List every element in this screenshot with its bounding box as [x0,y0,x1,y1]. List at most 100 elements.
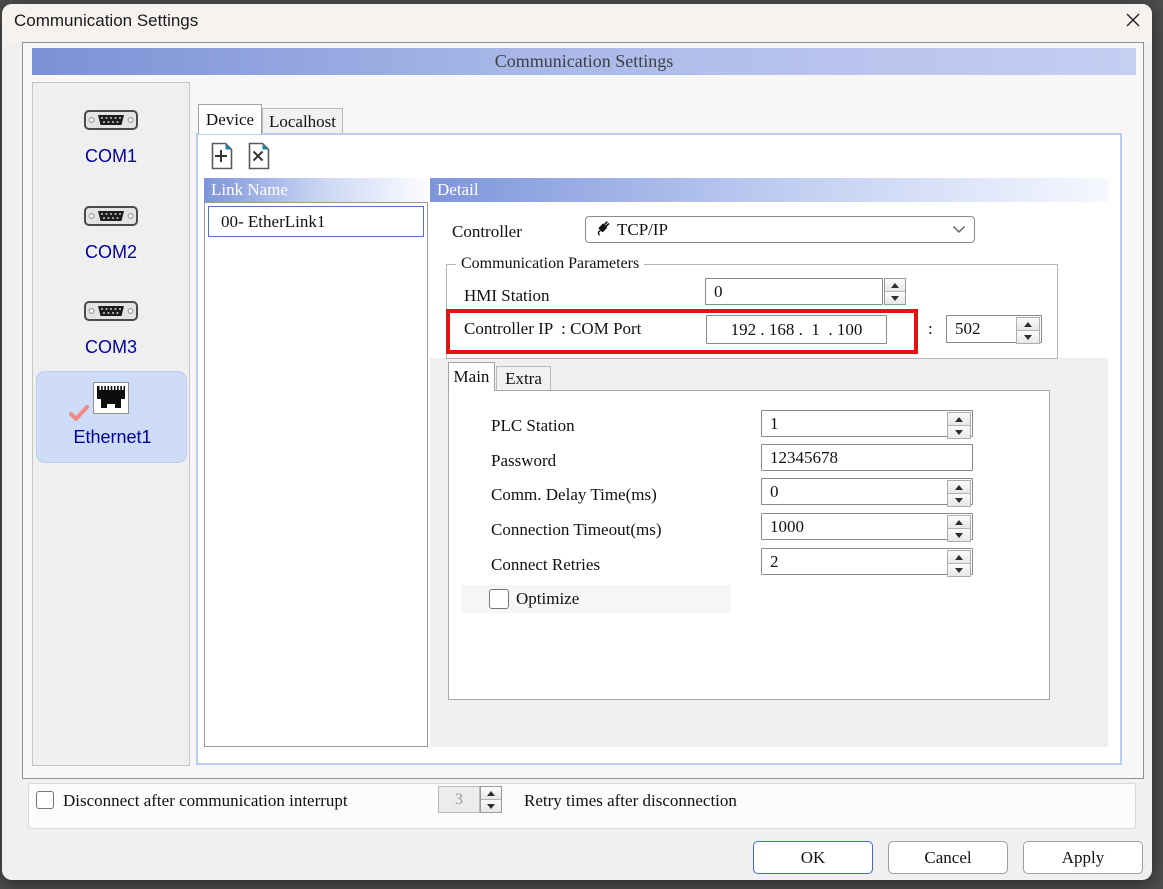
link-name-header: Link Name [204,178,428,202]
retry-times-value: 3 [455,791,463,809]
add-link-button[interactable] [208,142,236,174]
serial-port-icon [84,204,138,233]
optimize-checkbox[interactable] [489,589,509,609]
connection-timeout-value: 1000 [770,517,804,537]
optimize-label: Optimize [516,589,579,609]
comm-delay-field[interactable]: 0 [761,478,973,505]
password-value: 12345678 [770,448,838,468]
plug-icon [594,219,611,241]
window-title: Communication Settings [14,11,198,31]
connect-retries-spinner[interactable] [947,550,971,577]
apply-button-label: Apply [1062,848,1105,868]
tab-extra-label: Extra [505,369,542,389]
com-port-field[interactable]: 502 [946,315,1042,343]
ok-button[interactable]: OK [753,841,873,874]
hmi-station-spinner[interactable] [884,278,906,305]
tab-device[interactable]: Device [198,104,262,134]
detail-panel: Controller TCP/IP Communication Paramete… [430,202,1108,747]
controller-dropdown[interactable]: TCP/IP [585,216,975,243]
delete-link-button[interactable] [245,142,273,174]
tab-localhost-label: Localhost [269,112,336,132]
connection-timeout-label: Connection Timeout(ms) [491,520,661,540]
tab-device-label: Device [206,110,254,130]
apply-button[interactable]: Apply [1023,841,1143,874]
spinner-up-icon[interactable] [948,551,970,564]
connect-retries-label: Connect Retries [491,555,600,575]
ok-button-label: OK [801,848,826,868]
close-button[interactable] [1118,8,1148,36]
connect-retries-value: 2 [770,552,779,572]
sidebar-item-com1[interactable]: COM1 [33,90,189,185]
comm-delay-value: 0 [770,482,779,502]
hmi-station-field[interactable]: 0 [705,278,883,305]
retry-times-spinner[interactable] [480,786,502,813]
spinner-up-icon[interactable] [948,413,970,426]
plc-station-field[interactable]: 1 [761,410,973,437]
sidebar-item-label: COM1 [85,146,137,167]
com-port-value: 502 [955,319,981,339]
spinner-up-icon[interactable] [948,516,970,529]
hmi-station-value: 0 [714,282,723,302]
spinner-down-icon[interactable] [948,564,970,576]
detail-header-label: Detail [437,180,479,200]
tab-main[interactable]: Main [448,362,495,391]
spinner-up-icon[interactable] [948,481,970,494]
password-field[interactable]: 12345678 [761,444,973,471]
spinner-down-icon[interactable] [481,800,501,812]
optimize-row: Optimize [461,585,731,613]
close-icon [1125,12,1141,33]
tab-extra[interactable]: Extra [496,366,551,391]
tab-localhost[interactable]: Localhost [262,108,343,134]
banner-title: Communication Settings [495,51,674,72]
cancel-button-label: Cancel [924,848,971,868]
connect-retries-field[interactable]: 2 [761,548,973,575]
sidebar-item-com3[interactable]: COM3 [33,281,189,376]
link-item-label: 00- EtherLink1 [221,212,325,232]
sidebar-item-label: COM3 [85,337,137,358]
controller-value: TCP/IP [617,220,952,240]
controller-ip-label: Controller IP : COM Port [464,319,641,339]
communication-parameters-title: Communication Parameters [456,255,644,273]
connection-timeout-field[interactable]: 1000 [761,513,973,540]
cancel-button[interactable]: Cancel [888,841,1008,874]
sidebar-item-label: COM2 [85,242,137,263]
tab-main-label: Main [454,367,490,387]
disconnect-label: Disconnect after communication interrupt [63,791,348,811]
delete-link-icon [247,142,271,175]
comm-delay-spinner[interactable] [947,480,971,507]
link-list: 00- EtherLink1 [204,202,428,747]
chevron-down-icon [952,221,966,239]
com-port-spinner[interactable] [1016,317,1040,344]
spinner-up-icon[interactable] [481,787,501,800]
retry-times-field: 3 [438,786,480,813]
banner: Communication Settings [32,48,1136,75]
plc-station-spinner[interactable] [947,412,971,439]
ethernet-jack-icon [93,382,129,419]
connection-timeout-spinner[interactable] [947,515,971,542]
spinner-down-icon[interactable] [948,426,970,438]
plc-station-label: PLC Station [491,416,575,436]
spinner-down-icon[interactable] [1017,331,1039,343]
spinner-down-icon[interactable] [948,529,970,541]
retry-times-label: Retry times after disconnection [524,791,812,811]
sidebar-item-ethernet1[interactable]: Ethernet1 [36,371,187,463]
sidebar-item-com2[interactable]: COM2 [33,186,189,281]
disconnect-checkbox[interactable] [36,791,54,809]
check-icon [69,404,89,427]
add-link-icon [210,142,234,175]
spinner-down-icon[interactable] [948,494,970,506]
spinner-down-icon[interactable] [885,292,905,304]
controller-ip-value: 192 . 168 . 1 . 100 [731,320,863,340]
link-name-header-label: Link Name [211,180,288,200]
spinner-up-icon[interactable] [885,279,905,292]
serial-port-icon [84,108,138,137]
main-tab-panel: PLC Station 1 Password 12345678 Comm. De… [448,390,1050,700]
controller-ip-field[interactable]: 192 . 168 . 1 . 100 [706,315,887,344]
password-label: Password [491,451,556,471]
plc-station-value: 1 [770,414,779,434]
serial-port-icon [84,299,138,328]
hmi-station-label: HMI Station [464,286,549,306]
sidebar-item-label: Ethernet1 [37,427,188,448]
spinner-up-icon[interactable] [1017,318,1039,331]
link-list-item[interactable]: 00- EtherLink1 [208,206,424,237]
